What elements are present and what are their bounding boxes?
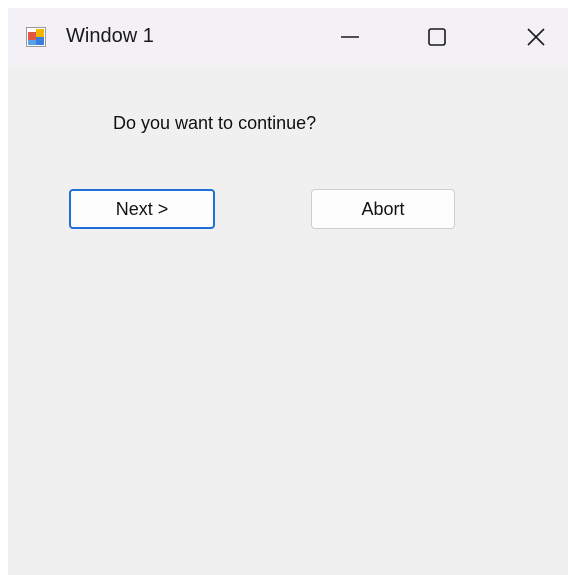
- title-bar[interactable]: Window 1: [8, 8, 568, 66]
- window: Window 1 Do you want to continue? Next >…: [8, 8, 568, 575]
- question-label: Do you want to continue?: [113, 113, 317, 133]
- close-button[interactable]: [504, 8, 568, 66]
- next-button[interactable]: Next >: [69, 189, 215, 229]
- maximize-button[interactable]: [405, 8, 469, 66]
- minimize-icon: [340, 27, 360, 47]
- app-icon[interactable]: [26, 27, 46, 47]
- abort-button[interactable]: Abort: [311, 189, 455, 229]
- maximize-icon: [427, 27, 447, 47]
- dialog-client-area: Do you want to continue? Next > Abort: [8, 66, 568, 575]
- minimize-button[interactable]: [318, 8, 382, 66]
- window-title: Window 1: [66, 25, 154, 47]
- close-icon: [526, 27, 546, 47]
